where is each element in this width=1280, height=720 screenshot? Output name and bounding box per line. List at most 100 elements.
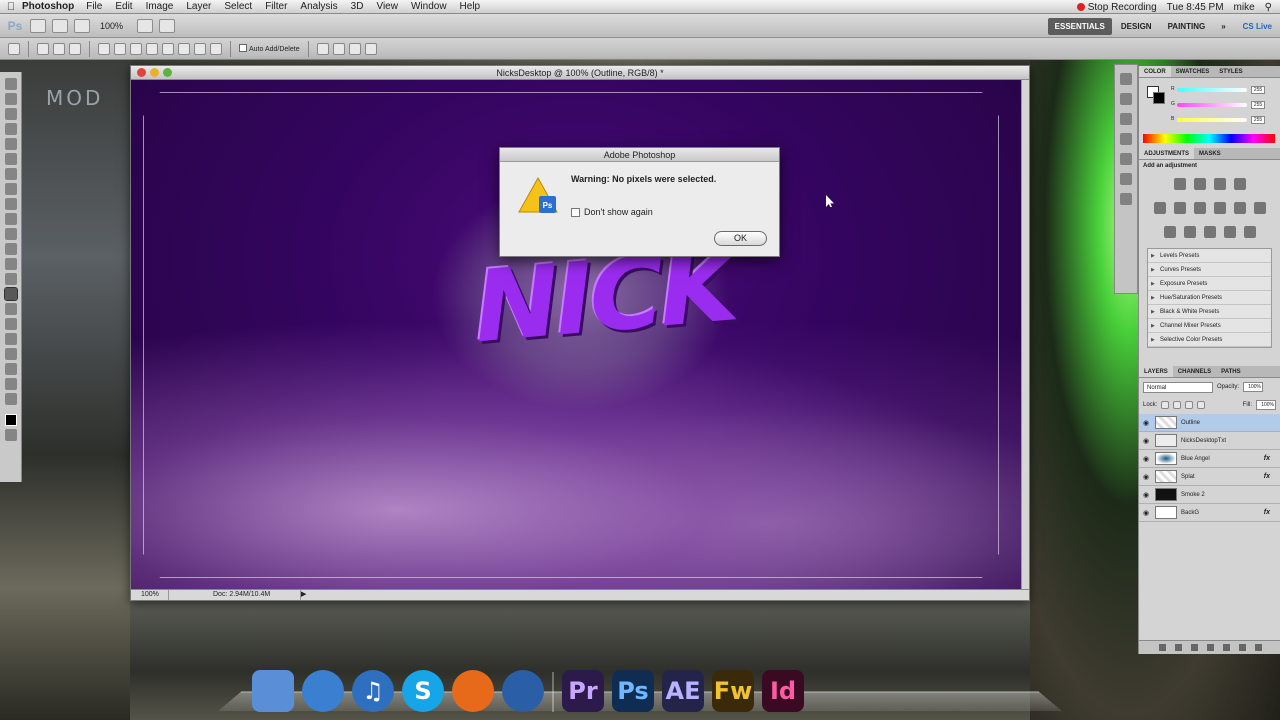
hue-saturation-icon[interactable] [1173, 202, 1186, 214]
foreground-color-swatch[interactable] [4, 414, 17, 426]
dock-premiere-icon[interactable]: Pr [562, 670, 604, 712]
status-doc-size[interactable]: Doc: 2.94M/10.4M [169, 590, 301, 600]
stop-recording-button[interactable]: Stop Recording [1076, 2, 1157, 13]
preset-levels[interactable]: Levels Presets [1148, 249, 1271, 263]
eraser-tool-icon[interactable] [4, 228, 17, 240]
threshold-icon[interactable] [1203, 226, 1216, 238]
dock-photoshop-icon[interactable]: Ps [612, 670, 654, 712]
document-title-bar[interactable]: NicksDesktop @ 100% (Outline, RGB/8) * [131, 66, 1029, 80]
close-window-icon[interactable] [137, 68, 146, 77]
lock-image-icon[interactable] [1173, 401, 1182, 409]
path-intersect-button[interactable] [348, 42, 361, 55]
paragraph-panel-icon[interactable] [1120, 133, 1132, 145]
layer-row-blue-angel[interactable]: ◉ Blue Angel fx [1139, 450, 1280, 468]
opacity-input[interactable]: 100% [1243, 382, 1264, 392]
channel-mixer-icon[interactable] [1253, 202, 1266, 214]
layer-row-outline[interactable]: ◉ Outline [1139, 414, 1280, 432]
preset-selective-color[interactable]: Selective Color Presets [1148, 333, 1271, 347]
green-slider[interactable] [1177, 103, 1247, 107]
workspace-essentials[interactable]: ESSENTIALS [1047, 17, 1112, 35]
menu-view[interactable]: View [376, 1, 398, 12]
path-subtract-button[interactable] [332, 42, 345, 55]
status-menu-arrow-icon[interactable]: ▶ [301, 590, 306, 600]
dock-finder-icon[interactable] [252, 670, 294, 712]
brushes-panel-icon[interactable] [1120, 153, 1132, 165]
fill-input[interactable]: 100% [1256, 400, 1276, 410]
visibility-eye-icon[interactable]: ◉ [1139, 473, 1153, 481]
visibility-eye-icon[interactable]: ◉ [1139, 491, 1153, 499]
apple-menu-icon[interactable]:  [0, 1, 22, 13]
menu-edit[interactable]: Edit [115, 1, 132, 12]
visibility-eye-icon[interactable]: ◉ [1139, 437, 1153, 445]
blue-slider[interactable] [1177, 118, 1247, 122]
path-selection-tool-icon[interactable] [4, 318, 17, 330]
launch-minibridge-button[interactable] [52, 18, 68, 33]
green-value[interactable]: 255 [1251, 101, 1265, 109]
color-balance-icon[interactable] [1193, 202, 1206, 214]
view-extras-button[interactable] [74, 18, 90, 33]
dock-after-effects-icon[interactable]: AE [662, 670, 704, 712]
more-workspaces-button[interactable]: » [1214, 18, 1232, 35]
quick-mask-icon[interactable] [4, 429, 17, 441]
dock-indesign-icon[interactable]: Id [762, 670, 804, 712]
ok-button[interactable]: OK [714, 231, 767, 246]
lasso-tool-icon[interactable] [4, 108, 17, 120]
color-spectrum-bar[interactable] [1143, 134, 1275, 143]
exposure-icon[interactable] [1233, 178, 1246, 190]
menu-help[interactable]: Help [460, 1, 481, 12]
visibility-eye-icon[interactable]: ◉ [1139, 419, 1153, 427]
auto-add-delete-checkbox[interactable] [239, 44, 247, 52]
dock-skype-icon[interactable]: S [402, 670, 444, 712]
menu-3d[interactable]: 3D [351, 1, 364, 12]
fill-pixels-button[interactable] [69, 42, 81, 55]
tab-adjustments[interactable]: ADJUSTMENTS [1139, 148, 1195, 159]
arrange-documents-button[interactable] [137, 18, 154, 33]
hand-tool-icon[interactable] [4, 378, 17, 390]
clone-source-panel-icon[interactable] [1120, 173, 1132, 185]
healing-brush-tool-icon[interactable] [4, 168, 17, 180]
zoom-window-icon[interactable] [163, 68, 172, 77]
history-panel-icon[interactable] [1120, 73, 1132, 85]
tab-color[interactable]: COLOR [1139, 66, 1171, 77]
levels-icon[interactable] [1193, 178, 1206, 190]
preset-curves[interactable]: Curves Presets [1148, 263, 1271, 277]
menu-analysis[interactable]: Analysis [300, 1, 337, 12]
background-color-chip[interactable] [1153, 92, 1165, 104]
vibrance-icon[interactable] [1153, 202, 1166, 214]
shape-tool-icon[interactable] [4, 333, 17, 345]
dock-quicktime-icon[interactable] [302, 670, 344, 712]
app-menu[interactable]: Photoshop [22, 1, 74, 12]
clone-stamp-tool-icon[interactable] [4, 198, 17, 210]
dont-show-again-checkbox[interactable] [571, 207, 580, 217]
path-add-button[interactable] [316, 42, 329, 55]
photo-filter-icon[interactable] [1233, 202, 1246, 214]
3d-orbit-tool-icon[interactable] [4, 363, 17, 375]
brush-tool-icon[interactable] [4, 183, 17, 195]
posterize-icon[interactable] [1183, 226, 1196, 238]
gradient-tool-icon[interactable] [4, 243, 17, 255]
tab-layers[interactable]: LAYERS [1139, 366, 1173, 377]
line-tool-button[interactable] [194, 42, 206, 55]
tab-styles[interactable]: STYLES [1214, 66, 1247, 77]
screen-mode-button[interactable] [159, 18, 176, 33]
actions-panel-icon[interactable] [1120, 93, 1132, 105]
blend-mode-select[interactable]: Normal [1143, 381, 1213, 393]
path-exclude-button[interactable] [364, 42, 377, 55]
status-zoom[interactable]: 100% [131, 590, 169, 600]
menu-layer[interactable]: Layer [186, 1, 211, 12]
character-panel-icon[interactable] [1120, 113, 1132, 125]
menu-image[interactable]: Image [146, 1, 174, 12]
menu-filter[interactable]: Filter [265, 1, 287, 12]
zoom-level-dropdown[interactable]: 100% [100, 21, 123, 31]
selective-color-icon[interactable] [1243, 226, 1256, 238]
tab-paths[interactable]: PATHS [1216, 366, 1245, 377]
3d-rotate-tool-icon[interactable] [4, 348, 17, 360]
rectangle-tool-button[interactable] [130, 42, 142, 55]
tool-preset-picker[interactable] [8, 42, 20, 55]
layer-row-nicksdesktoptxt[interactable]: ◉ NicksDesktopTxt [1139, 432, 1280, 450]
visibility-eye-icon[interactable]: ◉ [1139, 509, 1153, 517]
paths-button[interactable] [53, 42, 65, 55]
workspace-design[interactable]: DESIGN [1114, 18, 1159, 35]
delete-layer-icon[interactable] [1254, 644, 1262, 651]
cs-live-button[interactable]: CS Live [1243, 22, 1280, 31]
